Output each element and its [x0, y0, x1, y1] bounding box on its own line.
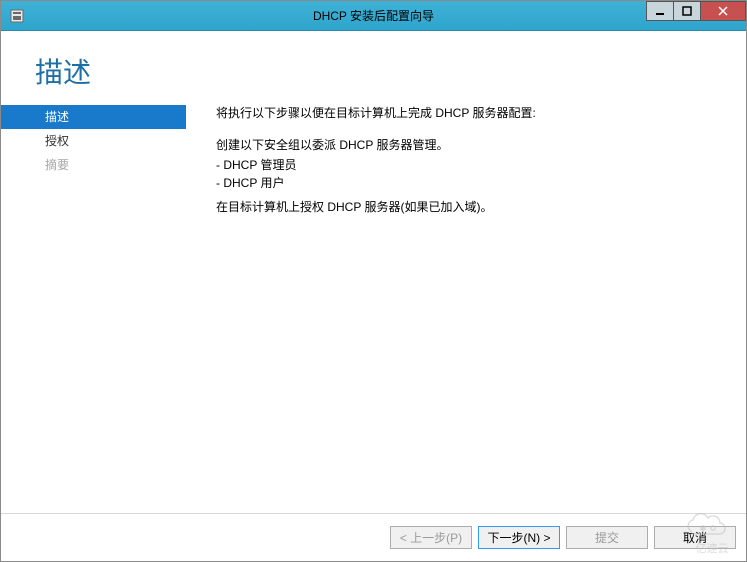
group-user-text: - DHCP 用户: [216, 174, 706, 192]
maximize-button[interactable]: [673, 1, 701, 21]
titlebar: DHCP 安装后配置向导: [1, 1, 746, 31]
cancel-button[interactable]: 取消: [654, 526, 736, 549]
previous-button: < 上一步(P): [390, 526, 472, 549]
sidebar-item-label: 摘要: [45, 158, 69, 172]
sidebar-item-description[interactable]: 描述: [1, 105, 186, 129]
wizard-window: DHCP 安装后配置向导 描述 描述 授权: [0, 0, 747, 562]
authorize-text: 在目标计算机上授权 DHCP 服务器(如果已加入域)。: [216, 198, 706, 216]
next-button[interactable]: 下一步(N) >: [478, 526, 560, 549]
window-controls: [647, 1, 746, 21]
footer: < 上一步(P) 下一步(N) > 提交 取消: [1, 513, 746, 561]
main-row: 描述 授权 摘要 将执行以下步骤以便在目标计算机上完成 DHCP 服务器配置: …: [1, 99, 746, 513]
page-header: 描述: [1, 31, 746, 99]
sidebar: 描述 授权 摘要: [1, 99, 186, 513]
sidebar-item-summary: 摘要: [1, 153, 186, 177]
sidebar-item-authorization[interactable]: 授权: [1, 129, 186, 153]
close-button[interactable]: [700, 1, 746, 21]
group-admin-text: - DHCP 管理员: [216, 156, 706, 174]
window-title: DHCP 安装后配置向导: [1, 7, 746, 24]
commit-button: 提交: [566, 526, 648, 549]
app-icon: [9, 8, 25, 24]
minimize-button[interactable]: [646, 1, 674, 21]
page-title: 描述: [35, 51, 746, 91]
sidebar-item-label: 描述: [45, 110, 69, 124]
intro-text: 将执行以下步骤以便在目标计算机上完成 DHCP 服务器配置:: [216, 104, 706, 122]
sidebar-item-label: 授权: [45, 134, 69, 148]
content-panel: 将执行以下步骤以便在目标计算机上完成 DHCP 服务器配置: 创建以下安全组以委…: [186, 99, 746, 513]
body: 描述 描述 授权 摘要 将执行以下步骤以便在目标计算机上完成 DHCP 服务器配…: [1, 31, 746, 561]
groups-text: 创建以下安全组以委派 DHCP 服务器管理。: [216, 136, 706, 154]
